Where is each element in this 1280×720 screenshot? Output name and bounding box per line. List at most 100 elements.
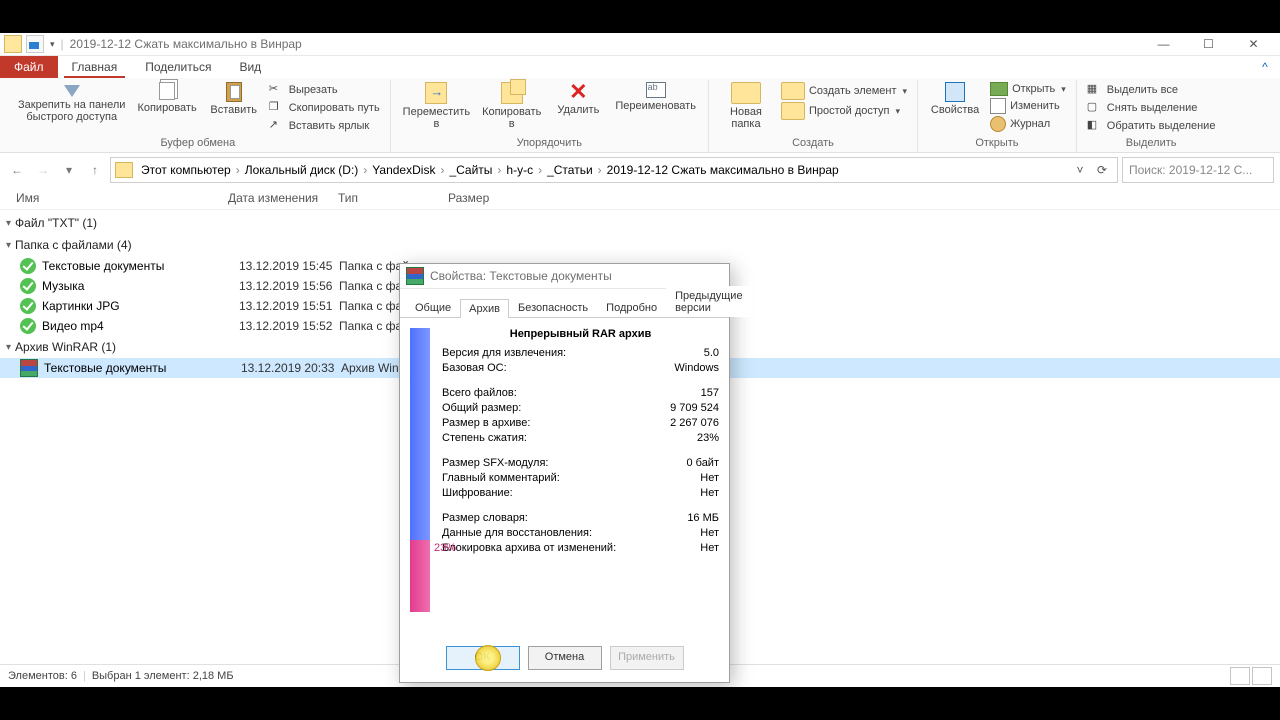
- back-button[interactable]: ←: [6, 159, 28, 181]
- properties-button[interactable]: Свойства: [924, 80, 986, 118]
- qat-chevron-icon[interactable]: ▾: [50, 39, 55, 50]
- pin-quickaccess-button[interactable]: Закрепить на панели быстрого доступа: [12, 80, 131, 125]
- easy-access-button[interactable]: Простой доступ▾: [781, 102, 907, 120]
- tab-home[interactable]: Главная: [58, 56, 132, 78]
- select-none-button[interactable]: ▢Снять выделение: [1087, 100, 1216, 116]
- view-details-button[interactable]: [1230, 667, 1250, 685]
- apply-button[interactable]: Применить: [610, 646, 684, 670]
- tab-share[interactable]: Поделиться: [131, 56, 225, 78]
- select-all-button[interactable]: ▦Выделить все: [1087, 82, 1216, 98]
- maximize-button[interactable]: ☐: [1186, 34, 1231, 54]
- titlebar: ▾ | 2019-12-12 Сжать максимально в Винра…: [0, 33, 1280, 56]
- properties-dialog: Свойства: Текстовые документы Общие Архи…: [399, 263, 730, 683]
- addr-dropdown-icon[interactable]: ˅: [1069, 163, 1091, 177]
- cut-icon: ✂: [269, 82, 285, 98]
- status-count: Элементов: 6: [8, 670, 77, 682]
- crumb[interactable]: _Сайты: [447, 163, 494, 177]
- tab-file[interactable]: Файл: [0, 56, 58, 78]
- dialog-title: Свойства: Текстовые документы: [430, 269, 612, 283]
- property-row: Размер SFX-модуля:0 байт: [442, 456, 719, 471]
- edit-button[interactable]: Изменить: [990, 98, 1066, 114]
- open-button[interactable]: Открыть▾: [990, 82, 1066, 96]
- col-type[interactable]: Тип: [338, 191, 448, 205]
- sync-ok-icon: [20, 278, 36, 294]
- sync-ok-icon: [20, 318, 36, 334]
- address-bar[interactable]: Этот компьютер› Локальный диск (D:)› Yan…: [110, 157, 1118, 183]
- up-button[interactable]: ↑: [84, 159, 106, 181]
- paste-button[interactable]: Вставить: [203, 80, 265, 118]
- property-row: Версия для извлечения:5.0: [442, 346, 719, 361]
- group-select-caption: Выделить: [1083, 137, 1220, 152]
- property-row: Данные для восстановления:Нет: [442, 526, 719, 541]
- property-row: Общий размер:9 709 524: [442, 401, 719, 416]
- tab-archive[interactable]: Архив: [460, 299, 509, 318]
- folder-icon: [115, 162, 133, 178]
- copy-icon: [159, 82, 175, 100]
- tab-general[interactable]: Общие: [406, 298, 460, 317]
- group-new-caption: Создать: [715, 137, 911, 152]
- new-item-button[interactable]: Создать элемент▾: [781, 82, 907, 100]
- shortcut-icon: ↗: [269, 118, 285, 134]
- chevron-down-icon: ▾: [6, 240, 11, 251]
- close-button[interactable]: ✕: [1231, 34, 1276, 54]
- copy-button[interactable]: Копировать: [131, 80, 202, 116]
- mouse-cursor-icon: [475, 645, 501, 671]
- picture-tools-icon: [26, 35, 44, 53]
- chevron-down-icon: ▾: [896, 106, 901, 117]
- refresh-button[interactable]: ⟳: [1091, 163, 1113, 177]
- view-large-button[interactable]: [1252, 667, 1272, 685]
- copy-path-button[interactable]: ❐Скопировать путь: [269, 100, 380, 116]
- paste-shortcut-button[interactable]: ↗Вставить ярлык: [269, 118, 380, 134]
- move-to-button[interactable]: Переместить в: [397, 80, 476, 132]
- tab-details[interactable]: Подробно: [597, 298, 666, 317]
- bar-ratio-label: 23%: [434, 542, 456, 554]
- recent-chevron-icon[interactable]: ▾: [58, 159, 80, 181]
- crumb[interactable]: Локальный диск (D:): [243, 163, 361, 177]
- sync-ok-icon: [20, 298, 36, 314]
- minimize-button[interactable]: —: [1141, 34, 1186, 54]
- rename-button[interactable]: Переименовать: [609, 80, 702, 114]
- crumb[interactable]: h-y-c: [504, 163, 535, 177]
- easyaccess-icon: [781, 102, 805, 120]
- property-row: Базовая ОС:Windows: [442, 361, 719, 376]
- list-group-header[interactable]: ▾Папка с файлами (4): [0, 234, 1280, 256]
- journal-button[interactable]: Журнал: [990, 116, 1066, 132]
- window-title: 2019-12-12 Сжать максимально в Винрар: [70, 37, 302, 51]
- col-name[interactable]: Имя: [16, 191, 228, 205]
- folder-icon: [4, 35, 22, 53]
- tab-view[interactable]: Вид: [225, 56, 275, 78]
- chevron-down-icon: ▾: [903, 86, 908, 97]
- crumb[interactable]: _Статьи: [545, 163, 595, 177]
- tab-previous[interactable]: Предыдущие версии: [666, 286, 751, 317]
- delete-button[interactable]: ✕Удалить: [547, 80, 609, 118]
- tab-security[interactable]: Безопасность: [509, 298, 597, 317]
- group-organize-caption: Упорядочить: [397, 137, 702, 152]
- list-group-header[interactable]: ▾Файл "TXT" (1): [0, 212, 1280, 234]
- archive-info: Непрерывный RAR архив Версия для извлече…: [442, 328, 719, 630]
- crumb-sep-icon: ›: [233, 163, 243, 177]
- selectall-icon: ▦: [1087, 82, 1103, 98]
- crumb[interactable]: 2019-12-12 Сжать максимально в Винрар: [605, 163, 841, 177]
- property-row: Главный комментарий:Нет: [442, 471, 719, 486]
- ok-button[interactable]: OK: [446, 646, 520, 670]
- crumb[interactable]: Этот компьютер: [139, 163, 233, 177]
- moveto-icon: [425, 82, 447, 104]
- open-icon: [990, 82, 1008, 96]
- search-input[interactable]: Поиск: 2019-12-12 С...: [1122, 157, 1274, 183]
- forward-button[interactable]: →: [32, 159, 54, 181]
- delete-icon: ✕: [569, 82, 587, 102]
- sync-ok-icon: [20, 258, 36, 274]
- selectnone-icon: ▢: [1087, 100, 1103, 116]
- col-size[interactable]: Размер: [448, 191, 538, 205]
- new-folder-button[interactable]: Новая папка: [715, 80, 777, 132]
- crumb[interactable]: YandexDisk: [370, 163, 437, 177]
- cancel-button[interactable]: Отмена: [528, 646, 602, 670]
- newfolder-icon: [731, 82, 761, 104]
- copy-to-button[interactable]: Копировать в: [476, 80, 547, 132]
- ribbon-tabs: Файл Главная Поделиться Вид ^: [0, 56, 1280, 78]
- col-date[interactable]: Дата изменения: [228, 191, 338, 205]
- group-clipboard-caption: Буфер обмена: [12, 137, 384, 152]
- ribbon-collapse-button[interactable]: ^: [1250, 56, 1280, 78]
- cut-button[interactable]: ✂Вырезать: [269, 82, 380, 98]
- invert-selection-button[interactable]: ◧Обратить выделение: [1087, 118, 1216, 134]
